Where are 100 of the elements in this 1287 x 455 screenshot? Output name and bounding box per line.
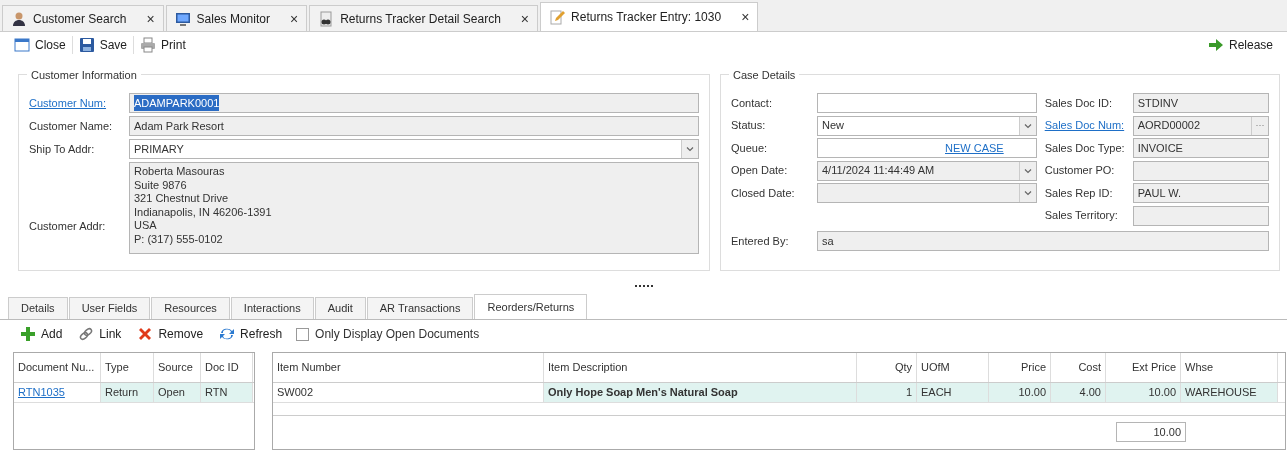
field-label: Sales Territory:	[1044, 208, 1119, 224]
text-field[interactable]: STDINV	[1132, 93, 1269, 113]
field-label: Contact:	[731, 95, 773, 111]
edit-icon	[549, 9, 566, 25]
field-label: Open Date:	[731, 163, 789, 179]
document-tab[interactable]: Sales Monitor ×	[165, 5, 308, 31]
field-label: Ship To Addr:	[29, 141, 96, 157]
printer-icon	[140, 37, 157, 53]
window-icon	[14, 37, 30, 53]
column-header[interactable]: Cost	[1051, 353, 1106, 382]
field-label: Closed Date:	[731, 185, 796, 201]
field-label: Entered By:	[731, 233, 790, 249]
refresh-icon	[219, 326, 236, 342]
table-cell: WAREHOUSE	[1181, 383, 1278, 402]
column-header[interactable]: UOfM	[917, 353, 989, 382]
field-label: Customer Name:	[29, 118, 114, 134]
text-field[interactable]: PAUL W.	[1132, 183, 1269, 203]
field-label: Sales Rep ID:	[1044, 185, 1114, 201]
dropdown-field[interactable]: 4/11/2024 11:44:49 AM	[817, 160, 1037, 181]
field-label: Customer Addr:	[29, 218, 107, 234]
monitor-icon	[174, 10, 191, 27]
table-cell: 4.00	[1051, 383, 1106, 402]
text-field[interactable]: NEW CASE	[817, 138, 1037, 158]
toolbar-button[interactable]: Remove	[131, 325, 210, 343]
toolbar-button[interactable]: Link	[72, 325, 128, 343]
document-tab[interactable]: Returns Tracker Detail Search ×	[309, 5, 539, 31]
text-field[interactable]: INVOICE	[1132, 138, 1269, 158]
table-cell: 1	[857, 383, 917, 402]
column-header[interactable]: Item Number	[273, 353, 544, 382]
selected-text: ADAMPARK0001	[134, 94, 220, 112]
field-link[interactable]: NEW CASE	[945, 139, 1004, 157]
dropdown-field[interactable]	[817, 183, 1037, 203]
toolbar-button[interactable]: Print	[134, 36, 192, 54]
table-cell: EACH	[917, 383, 989, 402]
column-header[interactable]: Source	[154, 353, 201, 382]
link-icon	[78, 326, 95, 342]
plus-icon	[20, 326, 36, 342]
tab[interactable]: Audit	[314, 297, 366, 319]
field-label: Queue:	[731, 140, 769, 156]
tab-label: Customer Search	[33, 10, 127, 28]
document-tab[interactable]: Customer Search ×	[2, 5, 164, 31]
tab-label: Sales Monitor	[196, 10, 270, 28]
text-field[interactable]: Adam Park Resort	[129, 116, 699, 136]
column-header[interactable]: Price	[989, 353, 1051, 382]
tab-label: Returns Tracker Entry: 1030	[571, 9, 722, 26]
tab-label: Returns Tracker Detail Search	[340, 10, 501, 28]
field-label: Customer PO:	[1044, 163, 1116, 179]
tab[interactable]: AR Transactions	[366, 297, 474, 319]
column-header[interactable]: Doc ID	[201, 353, 253, 382]
text-field[interactable]: AORD00002 ···	[1132, 115, 1269, 136]
field-link[interactable]: Sales Doc Num:	[1044, 117, 1133, 134]
text-field[interactable]: ADAMPARK0001	[129, 93, 699, 113]
checkbox[interactable]	[296, 327, 310, 341]
close-button[interactable]: ×	[741, 10, 750, 24]
arrow-icon	[1207, 37, 1224, 53]
splitter-grip-icon[interactable]	[634, 284, 653, 288]
toolbar-button[interactable]: Close	[8, 36, 73, 54]
table-cell: RTN	[201, 383, 253, 402]
column-header[interactable]: Type	[101, 353, 154, 382]
field-link[interactable]: Customer Num:	[29, 94, 129, 112]
text-field[interactable]	[1132, 205, 1269, 226]
address-field[interactable]: Roberta Masouras Suite 9876 321 Chestnut Drive Indianapolis, IN 46206-1391 USA P: (317) 555-0102	[129, 162, 699, 254]
close-button[interactable]: ×	[146, 11, 155, 26]
column-header[interactable]: Qty	[857, 353, 917, 382]
table-cell: Open	[154, 383, 201, 402]
tab[interactable]: Resources	[151, 297, 230, 319]
column-header[interactable]: Whse	[1181, 353, 1278, 382]
table-cell: 10.00	[1106, 383, 1181, 402]
column-header[interactable]: Item Description	[544, 353, 857, 382]
dropdown-field[interactable]: PRIMARY	[129, 139, 699, 159]
tab[interactable]: User Fields	[68, 297, 151, 319]
table-cell: 10.00	[989, 383, 1051, 402]
document-tab[interactable]: Returns Tracker Entry: 1030 ×	[540, 2, 759, 31]
close-button[interactable]: ×	[289, 11, 299, 26]
table-cell: Only Hope Soap Men's Natural Soap	[544, 383, 857, 402]
remove-icon	[137, 326, 154, 342]
close-button[interactable]: ×	[520, 11, 530, 26]
field-label: Sales Doc ID:	[1044, 95, 1113, 111]
toolbar-button[interactable]: Save	[72, 36, 135, 54]
save-icon	[78, 37, 95, 53]
toolbar-button[interactable]: Add	[14, 325, 69, 343]
tab[interactable]: Details	[8, 297, 68, 319]
toolbar-button[interactable]: Release	[1201, 36, 1279, 54]
document-link[interactable]: RTN1035	[18, 384, 65, 401]
dropdown-field[interactable]: New	[817, 115, 1037, 136]
user-icon	[11, 10, 27, 27]
tab[interactable]: Reorders/Returns	[474, 294, 588, 319]
table-cell: Return	[101, 383, 154, 402]
field-label: Status:	[731, 118, 767, 134]
checkbox-label[interactable]: Only Display Open Documents	[315, 325, 480, 343]
tab[interactable]: Interactions	[230, 297, 314, 319]
text-field[interactable]	[817, 93, 1037, 113]
field-label: Sales Doc Type:	[1044, 140, 1126, 156]
column-header[interactable]: Document Nu...	[14, 353, 101, 382]
toolbar-button[interactable]: Refresh	[213, 325, 289, 343]
binoculars-icon	[318, 10, 335, 27]
text-field[interactable]	[1132, 160, 1269, 181]
text-field[interactable]: sa	[817, 231, 1269, 251]
column-header[interactable]: Ext Price	[1106, 353, 1181, 382]
total-field: 10.00	[1116, 422, 1186, 442]
